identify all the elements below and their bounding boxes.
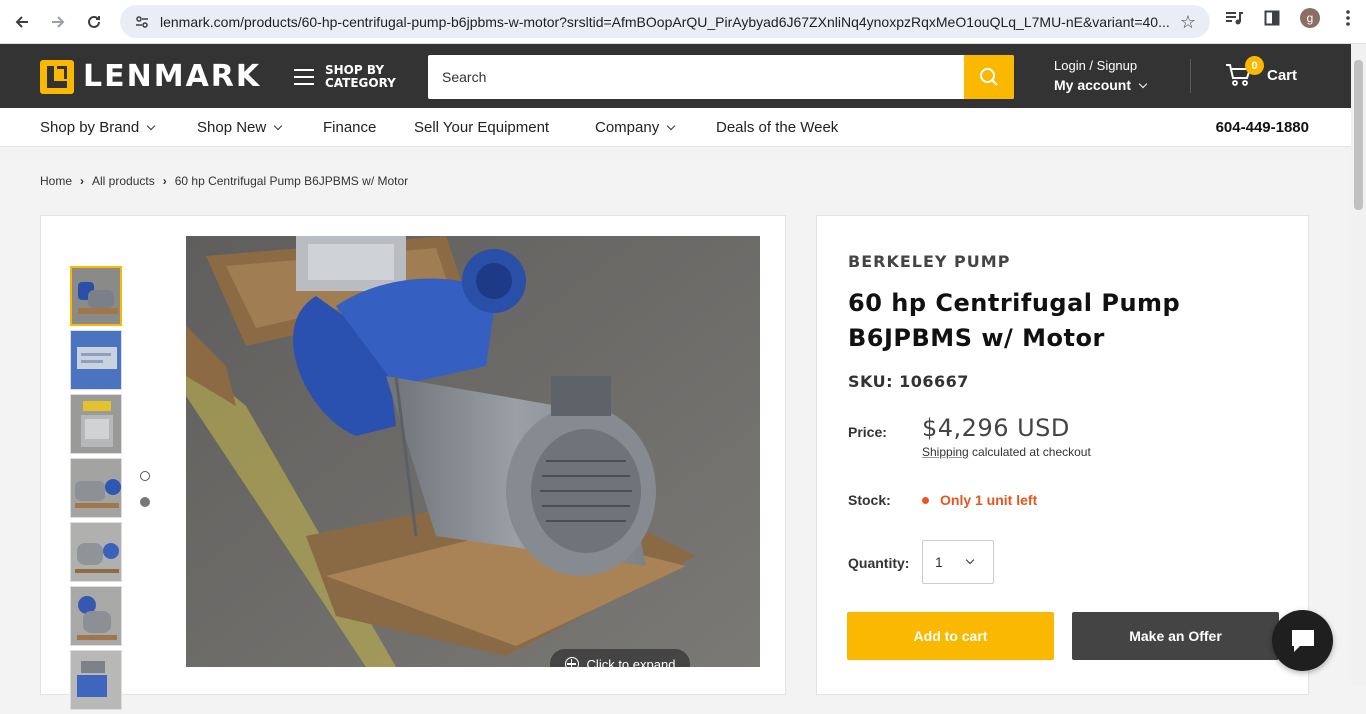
page-scrollbar[interactable] xyxy=(1351,44,1366,686)
search-icon xyxy=(980,68,998,86)
main-product-image[interactable]: Click to expand xyxy=(186,236,760,667)
account-menu[interactable]: Login / Signup My account xyxy=(1054,58,1148,93)
back-button[interactable] xyxy=(8,8,36,36)
quantity-select[interactable]: 1 xyxy=(922,540,994,584)
reload-button[interactable] xyxy=(80,8,108,36)
chevron-down-icon xyxy=(147,121,156,131)
site-header: LENMARK SHOP BY CATEGORY Login / Signup … xyxy=(0,44,1366,108)
nav-shop-new[interactable]: Shop New xyxy=(197,119,283,136)
chevron-down-icon xyxy=(273,121,283,131)
search-bar xyxy=(428,55,1014,99)
gallery-dot[interactable] xyxy=(140,471,150,481)
stock-label: Stock: xyxy=(848,492,891,508)
make-an-offer-button[interactable]: Make an Offer xyxy=(1072,612,1279,660)
stock-dot-icon xyxy=(922,496,929,504)
phone-number-link[interactable]: 604-449-1880 xyxy=(1216,119,1309,136)
thumbnail[interactable] xyxy=(70,394,122,454)
browser-toolbar: lenmark.com/products/60-hp-centrifugal-p… xyxy=(0,0,1366,44)
add-to-cart-button[interactable]: Add to cart xyxy=(847,612,1054,660)
media-controls-icon[interactable] xyxy=(1224,8,1244,28)
site-settings-icon[interactable] xyxy=(134,14,150,30)
breadcrumb-home[interactable]: Home xyxy=(40,174,72,188)
forward-button[interactable] xyxy=(44,8,72,36)
thumbnail[interactable] xyxy=(70,522,122,582)
logo-mark-icon xyxy=(40,59,74,94)
nav-sell-your-equipment[interactable]: Sell Your Equipment xyxy=(414,119,549,136)
scrollbar-thumb[interactable] xyxy=(1354,60,1363,210)
hamburger-icon xyxy=(294,69,314,85)
nav-company-label: Company xyxy=(595,119,660,136)
product-gallery: Click to expand xyxy=(40,215,786,710)
cart-count-badge: 0 xyxy=(1245,56,1264,75)
gallery-dot-active[interactable] xyxy=(140,497,150,507)
nav-deals-label: Deals of the Week xyxy=(716,119,839,136)
shop-by-category-line2: CATEGORY xyxy=(325,76,396,90)
shipping-note: Shipping calculated at checkout xyxy=(922,445,1091,459)
my-account-label: My account xyxy=(1054,77,1132,93)
quantity-value: 1 xyxy=(935,554,943,570)
product-sku: SKU: 106667 xyxy=(848,372,969,391)
chat-widget-button[interactable] xyxy=(1272,610,1333,671)
click-to-expand-button[interactable]: Click to expand xyxy=(550,649,690,667)
header-divider xyxy=(1190,59,1191,93)
thumbnail[interactable] xyxy=(70,586,122,646)
breadcrumb: Home › All products › 60 hp Centrifugal … xyxy=(40,174,408,188)
nav-finance[interactable]: Finance xyxy=(323,119,376,136)
address-bar[interactable]: lenmark.com/products/60-hp-centrifugal-p… xyxy=(120,5,1210,38)
thumbnail[interactable] xyxy=(70,650,122,710)
nav-finance-label: Finance xyxy=(323,119,377,136)
nav-shop-by-brand[interactable]: Shop by Brand xyxy=(40,119,156,136)
profile-avatar[interactable]: g xyxy=(1300,8,1320,28)
price-label: Price: xyxy=(848,424,887,440)
shipping-note-text: calculated at checkout xyxy=(968,445,1091,459)
nav-shop-new-label: Shop New xyxy=(197,119,267,136)
login-signup-link[interactable]: Login / Signup xyxy=(1054,58,1146,73)
chevron-down-icon xyxy=(965,555,975,565)
logo-text: LENMARK xyxy=(83,59,262,94)
reload-icon xyxy=(88,15,100,28)
search-input[interactable] xyxy=(428,55,964,99)
more-menu-icon[interactable] xyxy=(1338,8,1358,28)
thumbnail[interactable] xyxy=(70,330,122,390)
breadcrumb-current: 60 hp Centrifugal Pump B6JPBMS w/ Motor xyxy=(174,174,409,188)
bookmark-star-icon[interactable]: ☆ xyxy=(1180,12,1196,33)
chevron-down-icon xyxy=(1138,79,1148,88)
arrow-left-icon xyxy=(15,15,28,28)
product-price: $4,296 USD xyxy=(922,414,1070,442)
main-navigation: Shop by Brand Shop New Finance Sell Your… xyxy=(0,108,1366,147)
breadcrumb-all-products[interactable]: All products xyxy=(92,174,155,188)
product-title: 60 hp Centrifugal Pump B6JPBMS w/ Motor xyxy=(848,289,1181,352)
breadcrumb-separator-icon: › xyxy=(80,174,85,188)
expand-plus-icon xyxy=(564,657,579,667)
quantity-label: Quantity: xyxy=(848,555,910,571)
nav-company[interactable]: Company xyxy=(595,119,676,136)
nav-sell-label: Sell Your Equipment xyxy=(414,119,550,136)
search-button[interactable] xyxy=(964,55,1014,99)
thumbnail[interactable] xyxy=(70,458,122,518)
chat-bubble-icon xyxy=(1291,629,1314,652)
stock-status: Only 1 unit left xyxy=(922,492,1037,508)
product-vendor[interactable]: BERKELEY PUMP xyxy=(848,252,1010,271)
url-text: lenmark.com/products/60-hp-centrifugal-p… xyxy=(160,13,1170,30)
chevron-down-icon xyxy=(666,121,676,131)
shipping-link[interactable]: Shipping xyxy=(922,445,969,459)
gallery-pagination xyxy=(140,471,150,523)
click-to-expand-label: Click to expand xyxy=(586,656,676,668)
thumbnail-list xyxy=(70,266,122,714)
cart-label: Cart xyxy=(1267,66,1298,84)
arrow-right-icon xyxy=(52,15,65,28)
nav-shop-by-brand-label: Shop by Brand xyxy=(40,119,140,136)
product-info: BERKELEY PUMP 60 hp Centrifugal Pump B6J… xyxy=(816,215,1309,695)
shop-by-category-button[interactable]: SHOP BY CATEGORY xyxy=(294,64,396,90)
breadcrumb-separator-icon: › xyxy=(162,174,167,188)
side-panel-icon[interactable] xyxy=(1262,8,1282,28)
stock-status-text: Only 1 unit left xyxy=(940,492,1038,508)
cart-button[interactable]: 0 Cart xyxy=(1225,56,1298,87)
thumbnail[interactable] xyxy=(70,266,122,326)
lenmark-logo[interactable]: LENMARK xyxy=(40,59,261,94)
nav-deals-of-the-week[interactable]: Deals of the Week xyxy=(716,119,838,136)
